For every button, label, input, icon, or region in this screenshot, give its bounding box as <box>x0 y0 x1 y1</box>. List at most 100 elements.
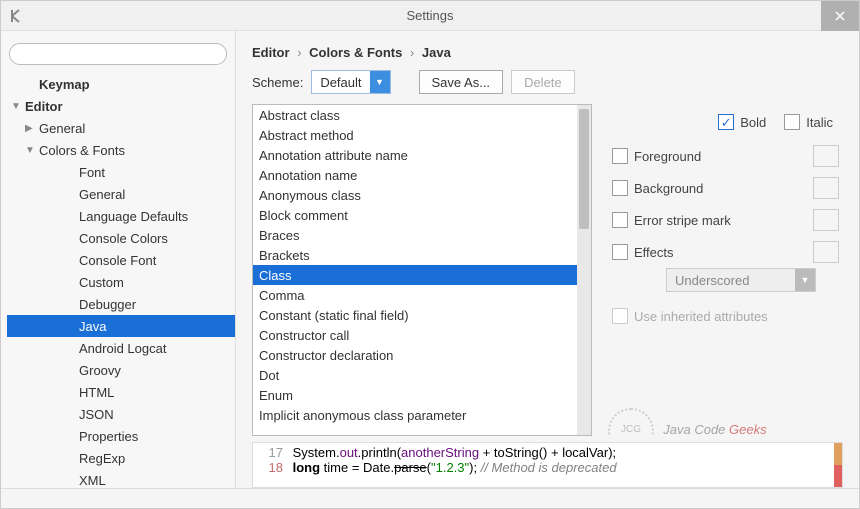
sidebar-item[interactable]: Console Font <box>7 249 235 271</box>
sidebar-item[interactable]: HTML <box>7 381 235 403</box>
breadcrumb-item[interactable]: Java <box>422 45 451 60</box>
sidebar-item[interactable]: Keymap <box>7 73 235 95</box>
sidebar-item[interactable]: RegExp <box>7 447 235 469</box>
italic-checkbox-row[interactable]: Italic <box>784 108 833 136</box>
sidebar-item[interactable]: General <box>7 117 235 139</box>
list-item[interactable]: Braces <box>253 225 577 245</box>
footer <box>1 488 859 508</box>
sidebar-item[interactable]: Debugger <box>7 293 235 315</box>
list-item[interactable]: Constructor declaration <box>253 345 577 365</box>
effects-value: Underscored <box>667 273 795 288</box>
foreground-swatch[interactable] <box>813 145 839 167</box>
list-item[interactable]: Brackets <box>253 245 577 265</box>
foreground-checkbox[interactable] <box>612 148 628 164</box>
tree-arrow-icon[interactable] <box>11 101 25 112</box>
element-list[interactable]: Abstract classAbstract methodAnnotation … <box>253 105 577 435</box>
gutter-num: 17 <box>257 445 283 460</box>
italic-label: Italic <box>806 115 833 130</box>
sidebar-item-label: Android Logcat <box>79 341 166 356</box>
sidebar-item[interactable]: Font <box>7 161 235 183</box>
effects-label: Effects <box>634 245 674 260</box>
sidebar-item[interactable]: JSON <box>7 403 235 425</box>
content-panel: Editor › Colors & Fonts › Java Scheme: D… <box>236 31 859 488</box>
scheme-dropdown[interactable]: Default ▼ <box>311 70 390 94</box>
list-item[interactable]: Constant (static final field) <box>253 305 577 325</box>
sidebar-item-label: Keymap <box>39 77 90 92</box>
sidebar-item-label: Java <box>79 319 106 334</box>
code-comment: // Method is deprecated <box>481 460 617 475</box>
sidebar-item-label: Debugger <box>79 297 136 312</box>
error-stripe-row: Error stripe mark <box>612 204 839 236</box>
code: .println( <box>358 445 401 460</box>
title-bar: Settings <box>1 1 859 31</box>
list-item[interactable]: Block comment <box>253 205 577 225</box>
search-input[interactable] <box>9 43 227 65</box>
list-item[interactable]: Class <box>253 265 577 285</box>
effects-checkbox[interactable] <box>612 244 628 260</box>
sidebar-item[interactable]: Console Colors <box>7 227 235 249</box>
bold-label: Bold <box>740 115 766 130</box>
inherited-checkbox <box>612 308 628 324</box>
breadcrumb-sep: › <box>406 45 418 60</box>
sidebar-item-label: Console Colors <box>79 231 168 246</box>
sidebar-item[interactable]: Properties <box>7 425 235 447</box>
watermark-title-a: Java Code <box>663 422 729 436</box>
sidebar-item[interactable]: Groovy <box>7 359 235 381</box>
error-stripe-label: Error stripe mark <box>634 213 731 228</box>
list-item[interactable]: Implicit anonymous class parameter <box>253 405 577 425</box>
list-item[interactable]: Abstract class <box>253 105 577 125</box>
code: ); <box>469 460 481 475</box>
sidebar-item[interactable]: General <box>7 183 235 205</box>
sidebar-item-label: Custom <box>79 275 124 290</box>
code-preview: 17 System.out.println(anotherString + to… <box>252 442 843 488</box>
list-item[interactable]: Abstract method <box>253 125 577 145</box>
list-item[interactable]: Anonymous class <box>253 185 577 205</box>
list-item[interactable]: Comma <box>253 285 577 305</box>
sidebar-item[interactable]: Android Logcat <box>7 337 235 359</box>
background-checkbox[interactable] <box>612 180 628 196</box>
breadcrumb-item[interactable]: Colors & Fonts <box>309 45 402 60</box>
error-stripe-swatch[interactable] <box>813 209 839 231</box>
settings-tree[interactable]: KeymapEditorGeneralColors & FontsFontGen… <box>1 73 235 488</box>
sidebar-item[interactable]: XML <box>7 469 235 488</box>
chevron-down-icon: ▼ <box>370 71 390 93</box>
code: ); <box>608 445 616 460</box>
breadcrumb-item[interactable]: Editor <box>252 45 290 60</box>
bold-checkbox-row[interactable]: Bold <box>718 108 766 136</box>
preview-line: 18 long time = Date.parse("1.2.3"); // M… <box>257 460 838 475</box>
close-button[interactable] <box>821 1 859 31</box>
italic-checkbox[interactable] <box>784 114 800 130</box>
sidebar-item-label: Properties <box>79 429 138 444</box>
error-stripe-checkbox[interactable] <box>612 212 628 228</box>
chevron-down-icon: ▼ <box>795 269 815 291</box>
background-swatch[interactable] <box>813 177 839 199</box>
bold-checkbox[interactable] <box>718 114 734 130</box>
code-field: out <box>340 445 358 460</box>
sidebar-item[interactable]: Colors & Fonts <box>7 139 235 161</box>
list-item[interactable]: Constructor call <box>253 325 577 345</box>
sidebar-item[interactable]: Custom <box>7 271 235 293</box>
scrollbar-thumb[interactable] <box>579 109 589 229</box>
list-item[interactable]: Enum <box>253 385 577 405</box>
scrollbar[interactable] <box>577 105 591 435</box>
list-item[interactable]: Annotation attribute name <box>253 145 577 165</box>
breadcrumb: Editor › Colors & Fonts › Java <box>252 41 843 70</box>
effects-swatch[interactable] <box>813 241 839 263</box>
sidebar-item[interactable]: Java <box>7 315 235 337</box>
save-as-button[interactable]: Save As... <box>419 70 504 94</box>
style-properties: Bold Italic Foreground <box>608 104 843 436</box>
foreground-label: Foreground <box>634 149 701 164</box>
tree-arrow-icon[interactable] <box>25 145 39 156</box>
sidebar-item[interactable]: Language Defaults <box>7 205 235 227</box>
list-item[interactable]: Dot <box>253 365 577 385</box>
middle-row: Abstract classAbstract methodAnnotation … <box>252 104 843 436</box>
sidebar-item[interactable]: Editor <box>7 95 235 117</box>
sidebar-item-label: HTML <box>79 385 114 400</box>
tree-arrow-icon[interactable] <box>25 123 39 134</box>
code: time = Date. <box>320 460 394 475</box>
code-field: anotherString <box>401 445 479 460</box>
sidebar-item-label: Editor <box>25 99 63 114</box>
list-item[interactable]: Annotation name <box>253 165 577 185</box>
inherited-label: Use inherited attributes <box>634 309 768 324</box>
error-stripe-icon <box>834 443 842 487</box>
